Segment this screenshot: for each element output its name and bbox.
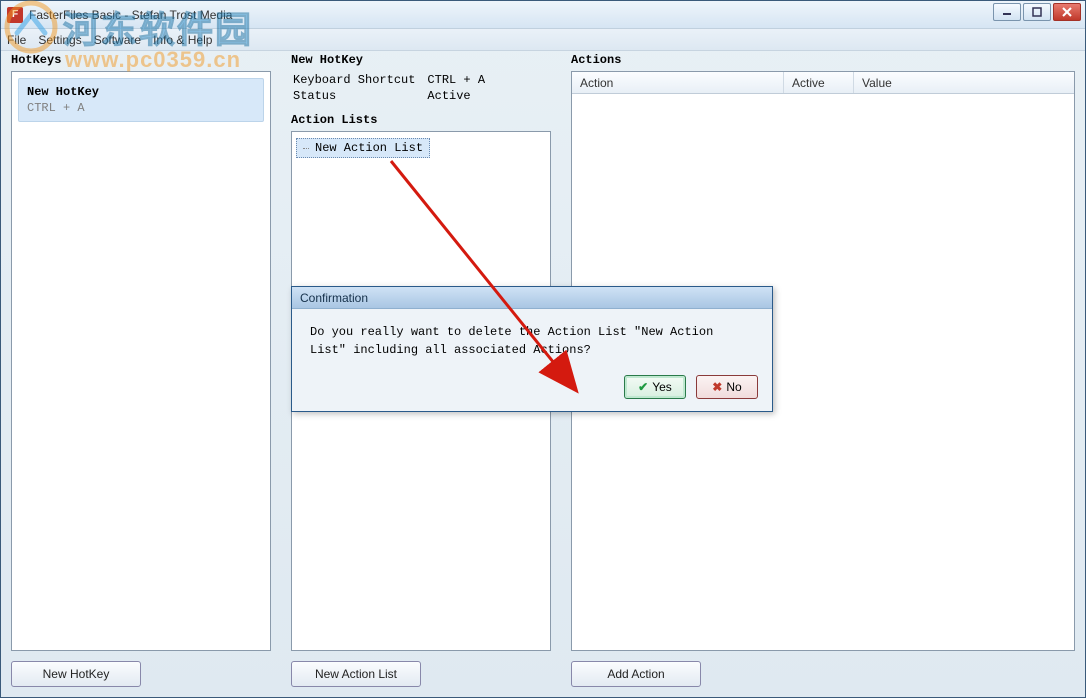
actionlists-title: Action Lists [291,113,551,127]
hotkeys-listbox[interactable]: New HotKey CTRL + A [11,71,271,651]
menubar: File Settings Software Info & Help [1,29,1085,51]
dialog-title: Confirmation [292,287,772,309]
col-active[interactable]: Active [784,72,854,93]
hotkeys-title: HotKeys [11,53,271,67]
hotkey-item-name: New HotKey [27,85,255,99]
no-button[interactable]: ✖ No [696,375,758,399]
hotkey-item-shortcut: CTRL + A [27,101,255,115]
confirmation-dialog: Confirmation Do you really want to delet… [291,286,773,412]
dialog-message: Do you really want to delete the Action … [292,309,772,369]
hotkey-item[interactable]: New HotKey CTRL + A [18,78,264,122]
maximize-icon [1032,7,1042,17]
close-button[interactable] [1053,3,1081,21]
app-window: F FasterFiles Basic - Stefan Trost Media… [0,0,1086,698]
menu-info-help[interactable]: Info & Help [153,33,212,47]
new-actionlist-button[interactable]: New Action List [291,661,421,687]
detail-shortcut-label: Keyboard Shortcut [293,73,425,87]
detail-shortcut-value: CTRL + A [427,73,495,87]
window-controls [993,3,1081,21]
detail-title: New HotKey [291,53,551,67]
col-action[interactable]: Action [572,72,784,93]
detail-status-value: Active [427,89,495,103]
menu-file[interactable]: File [7,33,26,47]
col-value[interactable]: Value [854,72,1074,93]
menu-settings[interactable]: Settings [38,33,81,47]
yes-button-label: Yes [652,380,672,394]
detail-status-label: Status [293,89,425,103]
dialog-button-row: ✔ Yes ✖ No [292,369,772,411]
minimize-icon [1002,7,1012,17]
actions-title: Actions [571,53,1075,67]
no-button-label: No [726,380,741,394]
menu-software[interactable]: Software [94,33,141,47]
check-icon: ✔ [638,380,648,394]
app-icon: F [7,7,23,23]
hotkeys-panel: HotKeys New HotKey CTRL + A New HotKey [11,53,271,687]
actions-table-header: Action Active Value [572,72,1074,94]
window-title: FasterFiles Basic - Stefan Trost Media [29,8,232,22]
actionlist-item[interactable]: New Action List [296,138,430,158]
maximize-button[interactable] [1023,3,1051,21]
cross-icon: ✖ [712,380,722,394]
titlebar: F FasterFiles Basic - Stefan Trost Media [1,1,1085,29]
minimize-button[interactable] [993,3,1021,21]
yes-button[interactable]: ✔ Yes [624,375,686,399]
close-icon [1062,7,1072,17]
add-action-button[interactable]: Add Action [571,661,701,687]
hotkey-details: New HotKey Keyboard Shortcut CTRL + A St… [291,53,551,105]
new-hotkey-button[interactable]: New HotKey [11,661,141,687]
